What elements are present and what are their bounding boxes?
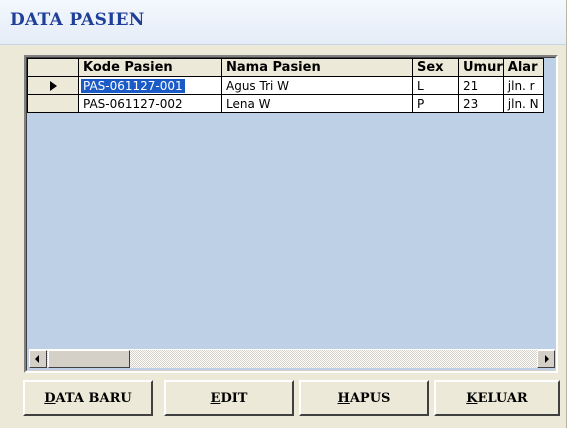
- cell-kode-pasien[interactable]: PAS-061127-002: [78, 94, 222, 113]
- cell-umur[interactable]: 21: [458, 76, 504, 95]
- row-selector[interactable]: [27, 94, 79, 113]
- table-row[interactable]: PAS-061127-001 Agus Tri W L 21 jln. r: [27, 76, 544, 95]
- cell-sex[interactable]: L: [412, 76, 459, 95]
- cell-nama-pasien[interactable]: Agus Tri W: [221, 76, 413, 95]
- cell-kode-pasien[interactable]: PAS-061127-001: [78, 76, 222, 95]
- data-pasien-window: DATA PASIEN Kode Pasien Nama Pasien Sex: [0, 0, 567, 428]
- table-row[interactable]: PAS-061127-002 Lena W P 23 jln. N: [27, 94, 544, 113]
- cell-alamat[interactable]: jln. r: [502, 76, 544, 95]
- row-selector-header: [27, 58, 79, 77]
- column-header-sex[interactable]: Sex: [412, 58, 459, 77]
- edit-button[interactable]: E DIT: [164, 380, 294, 416]
- keluar-accel: K: [466, 390, 478, 406]
- patient-table: Kode Pasien Nama Pasien Sex Umur Alar PA…: [27, 58, 544, 113]
- data-baru-button[interactable]: D ATA BARU: [23, 380, 153, 416]
- hapus-accel: H: [337, 390, 350, 406]
- title-bar: DATA PASIEN: [0, 0, 566, 45]
- hapus-label: APUS: [349, 390, 391, 406]
- column-header-kode-pasien[interactable]: Kode Pasien: [78, 58, 222, 77]
- cell-kode-pasien-text: PAS-061127-001: [81, 78, 185, 93]
- keluar-button[interactable]: K ELUAR: [434, 380, 560, 416]
- data-baru-accel: D: [44, 390, 56, 406]
- patient-data-grid[interactable]: Kode Pasien Nama Pasien Sex Umur Alar PA…: [24, 55, 558, 373]
- edit-label: DIT: [220, 390, 248, 406]
- column-header-alamat[interactable]: Alar: [502, 58, 544, 77]
- cell-alamat[interactable]: jln. N: [502, 94, 544, 113]
- horizontal-scrollbar[interactable]: [29, 349, 555, 368]
- scroll-right-icon: [545, 355, 549, 363]
- scroll-left-icon: [35, 355, 39, 363]
- edit-accel: E: [210, 390, 221, 406]
- cell-nama-pasien[interactable]: Lena W: [221, 94, 413, 113]
- scroll-left-button[interactable]: [29, 350, 47, 368]
- grid-body: Kode Pasien Nama Pasien Sex Umur Alar PA…: [26, 57, 556, 371]
- window-title: DATA PASIEN: [10, 10, 145, 30]
- keluar-label: ELUAR: [477, 390, 528, 406]
- cell-sex[interactable]: P: [412, 94, 459, 113]
- column-header-nama-pasien[interactable]: Nama Pasien: [221, 58, 413, 77]
- column-header-umur[interactable]: Umur: [458, 58, 504, 77]
- row-selector-arrow-icon: [49, 81, 57, 91]
- table-header-row: Kode Pasien Nama Pasien Sex Umur Alar: [27, 58, 544, 77]
- row-selector[interactable]: [27, 76, 79, 95]
- hapus-button[interactable]: H APUS: [299, 380, 429, 416]
- cell-umur[interactable]: 23: [458, 94, 504, 113]
- data-baru-label: ATA BARU: [55, 390, 132, 406]
- scroll-right-button[interactable]: [537, 350, 555, 368]
- scrollbar-thumb[interactable]: [48, 350, 130, 368]
